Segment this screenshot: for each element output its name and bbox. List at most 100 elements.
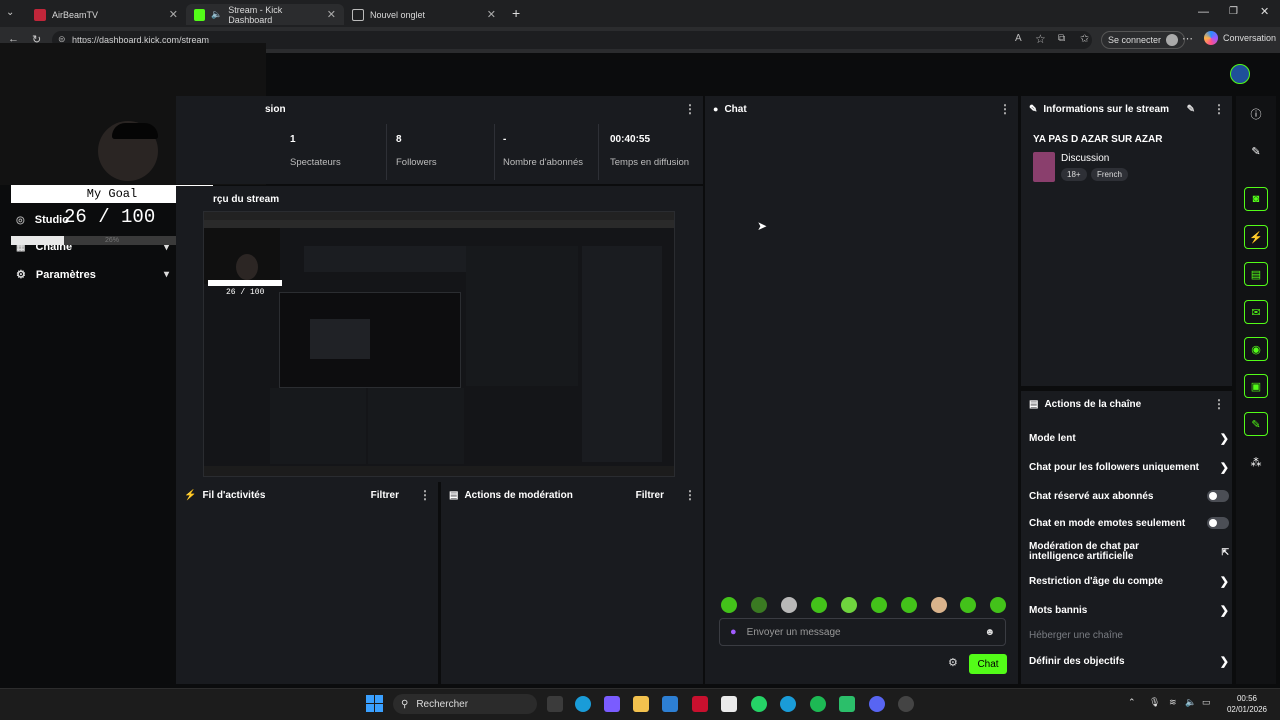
preview-tabbar: [204, 212, 674, 220]
emotes-only-toggle[interactable]: [1207, 517, 1229, 529]
store-icon[interactable]: [662, 696, 678, 712]
app-icon[interactable]: [604, 696, 620, 712]
volume-icon[interactable]: 🔈: [1185, 697, 1196, 708]
preview-recursive-screen: [279, 292, 461, 388]
close-tab-icon[interactable]: ✕: [327, 8, 336, 21]
apps-icon[interactable]: ⁂: [1244, 450, 1268, 474]
emote-icon[interactable]: [990, 597, 1006, 613]
emote-icon[interactable]: [721, 597, 737, 613]
stream-info-panel: ✎ Informations sur le stream ✎ ⋮ YA PAS …: [1021, 96, 1232, 386]
mcafee-icon[interactable]: [692, 696, 708, 712]
tab-list-icon[interactable]: ⌄: [6, 7, 14, 18]
maximize-icon[interactable]: ❐: [1229, 6, 1238, 17]
tray-chevron-icon[interactable]: ⌃: [1128, 697, 1136, 708]
camera-icon[interactable]: ◙: [1244, 187, 1268, 211]
new-tab-button[interactable]: +: [512, 5, 520, 21]
user-avatar[interactable]: [1230, 64, 1250, 84]
read-aloud-icon[interactable]: A: [1015, 33, 1022, 44]
microphone-icon[interactable]: ●: [730, 626, 737, 638]
preview-moderation-area: [368, 388, 464, 464]
wrench-icon[interactable]: ✎: [1244, 412, 1268, 436]
chat-icon[interactable]: ✉: [1244, 300, 1268, 324]
split-screen-icon[interactable]: ⧉: [1058, 33, 1065, 44]
new-tab-favicon-icon: [352, 8, 364, 21]
minimize-icon[interactable]: —: [1198, 6, 1209, 18]
shield-icon: ▤: [449, 489, 459, 501]
favorite-star-icon[interactable]: ☆: [1035, 32, 1046, 46]
sidebar-item-parametres[interactable]: ⚙ Paramètres ▾: [16, 268, 169, 282]
tab-kick-dashboard[interactable]: 🔈 Stream - Kick Dashboard ✕: [186, 4, 344, 25]
action-followers-only[interactable]: Chat pour les followers uniquement ❯: [1029, 461, 1229, 474]
emoji-icon[interactable]: ☻: [984, 627, 995, 638]
tab-airbeamtv[interactable]: AirBeamTV ✕: [26, 4, 186, 25]
divider: [386, 124, 387, 180]
action-ai-moderation[interactable]: Modération de chat par intelligence arti…: [1029, 542, 1229, 562]
layout-icon[interactable]: ▣: [1244, 374, 1268, 398]
taskbar-search[interactable]: ⚲ Rechercher: [393, 694, 537, 714]
broadcast-icon[interactable]: ◉: [1244, 337, 1268, 361]
sidebar-item-studio[interactable]: ◎ Studio: [16, 214, 69, 226]
info-icon[interactable]: ⓘ: [1244, 102, 1268, 126]
action-set-goals[interactable]: Définir des objectifs ❯: [1029, 655, 1229, 668]
kebab-menu-icon[interactable]: ⋮: [1213, 102, 1225, 116]
channel-actions-icon: ▤: [1029, 398, 1039, 410]
chat-input-placeholder: Envoyer un message: [746, 626, 841, 638]
kebab-menu-icon[interactable]: ⋮: [684, 102, 696, 116]
emote-icon[interactable]: [811, 597, 827, 613]
lightning-icon[interactable]: ⚡: [1244, 225, 1268, 249]
edit-pencil-icon[interactable]: ✎: [1187, 104, 1195, 115]
favorites-icon[interactable]: ✩: [1080, 32, 1089, 45]
kebab-menu-icon[interactable]: ⋮: [419, 488, 431, 502]
discord-icon[interactable]: [869, 696, 885, 712]
tab-title: Stream - Kick Dashboard: [228, 4, 283, 25]
windows-start-icon[interactable]: [366, 695, 383, 712]
task-view-icon[interactable]: [547, 696, 563, 712]
emote-icon[interactable]: [931, 597, 947, 613]
kebab-menu-icon[interactable]: ⋮: [1213, 397, 1225, 411]
file-explorer-icon[interactable]: [633, 696, 649, 712]
sidebar-item-label: Paramètres: [35, 268, 96, 281]
sign-in-button[interactable]: Se connecter: [1101, 31, 1186, 49]
battery-icon[interactable]: ▭: [1202, 697, 1211, 708]
subscribers-only-toggle[interactable]: [1207, 490, 1229, 502]
chat-settings-gear-icon[interactable]: ⚙: [948, 656, 958, 669]
action-label: Restriction d'âge du compte: [1029, 576, 1164, 587]
wifi-icon[interactable]: ≋: [1169, 697, 1177, 708]
obs-icon[interactable]: [898, 696, 914, 712]
activity-filter-button[interactable]: Filtrer: [371, 490, 399, 501]
app-icon[interactable]: [839, 696, 855, 712]
pencil-icon[interactable]: ✎: [1244, 139, 1268, 163]
close-window-icon[interactable]: ✕: [1260, 5, 1269, 18]
tab-new-tab[interactable]: Nouvel onglet ✕: [344, 4, 504, 25]
action-age-restriction[interactable]: Restriction d'âge du compte ❯: [1029, 575, 1229, 588]
microphone-tray-icon[interactable]: 🎙: [1149, 697, 1160, 708]
chevron-right-icon: ❯: [1219, 656, 1229, 668]
whatsapp-icon[interactable]: [751, 696, 767, 712]
stream-preview-video[interactable]: 26 / 100: [203, 211, 675, 477]
sign-in-label: Se connecter: [1108, 35, 1162, 45]
moderation-filter-button[interactable]: Filtrer: [636, 490, 664, 501]
chat-send-button[interactable]: Chat: [969, 654, 1007, 674]
document-icon[interactable]: ▤: [1244, 262, 1268, 286]
emote-icon[interactable]: [841, 597, 857, 613]
spotify-icon[interactable]: [810, 696, 826, 712]
kebab-menu-icon[interactable]: ⋮: [999, 102, 1011, 116]
action-banned-words[interactable]: Mots bannis ❯: [1029, 604, 1229, 617]
emote-icon[interactable]: [781, 597, 797, 613]
app-icon[interactable]: [721, 696, 737, 712]
more-options-icon[interactable]: ⋯: [1182, 32, 1193, 45]
kebab-menu-icon[interactable]: ⋮: [684, 488, 696, 502]
emote-icon[interactable]: [901, 597, 917, 613]
chat-message-input[interactable]: ● Envoyer un message ☻: [719, 618, 1006, 646]
browser-icon[interactable]: [780, 696, 796, 712]
emote-icon[interactable]: [751, 597, 767, 613]
close-tab-icon[interactable]: ✕: [169, 8, 178, 21]
chat-send-label: Chat: [977, 658, 999, 670]
copilot-button[interactable]: Conversation: [1204, 31, 1276, 45]
taskbar-clock[interactable]: 00:56 02/01/2026: [1222, 693, 1272, 715]
action-slow-mode[interactable]: Mode lent ❯: [1029, 432, 1229, 445]
edge-icon[interactable]: [575, 696, 591, 712]
emote-icon[interactable]: [871, 597, 887, 613]
close-tab-icon[interactable]: ✕: [487, 8, 496, 21]
emote-icon[interactable]: [960, 597, 976, 613]
